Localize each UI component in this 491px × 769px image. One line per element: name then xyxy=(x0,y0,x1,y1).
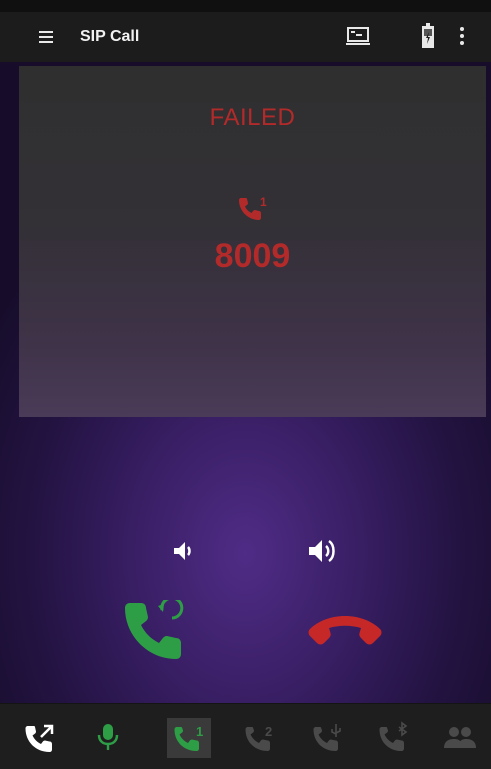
menu-icon[interactable] xyxy=(36,26,58,48)
call-status: FAILED xyxy=(209,104,296,131)
battery-icon xyxy=(421,23,435,54)
bluetooth-line-button[interactable] xyxy=(372,718,416,758)
microphone-icon xyxy=(97,724,119,750)
call-info-panel: FAILED 1 8009 xyxy=(19,66,486,417)
usb-line-icon xyxy=(313,724,341,751)
call-transfer-icon xyxy=(25,724,54,752)
redial-button[interactable] xyxy=(122,596,188,669)
contacts-button[interactable] xyxy=(436,718,480,758)
bottom-action-bar: 1 2 xyxy=(0,703,491,769)
app-title: SIP Call xyxy=(80,28,140,45)
line-2-label: 2 xyxy=(265,724,272,739)
more-vert-icon[interactable] xyxy=(458,26,466,51)
microphone-button[interactable] xyxy=(86,718,130,758)
hangup-icon xyxy=(308,616,382,645)
line-2-button[interactable]: 2 xyxy=(238,718,282,758)
volume-up-icon[interactable] xyxy=(307,536,339,571)
top-toolbar: SIP Call xyxy=(0,12,491,62)
line-2-icon: 2 xyxy=(245,724,272,751)
usb-line-button[interactable] xyxy=(306,718,350,758)
line-1-icon: 1 xyxy=(174,724,203,751)
call-number: 8009 xyxy=(214,237,291,275)
hangup-button[interactable] xyxy=(307,612,383,657)
bluetooth-line-icon xyxy=(379,721,408,751)
line-1-button[interactable]: 1 xyxy=(167,718,211,758)
call-transfer-button[interactable] xyxy=(18,718,62,758)
contacts-icon xyxy=(444,727,476,748)
line-number: 1 xyxy=(260,195,267,209)
volume-down-icon[interactable] xyxy=(171,539,195,568)
sip-call-screen: SIP Call FAILED 1 8009 1 2 xyxy=(0,0,491,769)
screen-icon[interactable] xyxy=(346,25,370,52)
status-strip xyxy=(0,0,491,12)
redial-icon xyxy=(125,596,184,659)
line-1-phone-icon: 1 xyxy=(236,194,270,226)
line-1-label: 1 xyxy=(196,724,203,739)
